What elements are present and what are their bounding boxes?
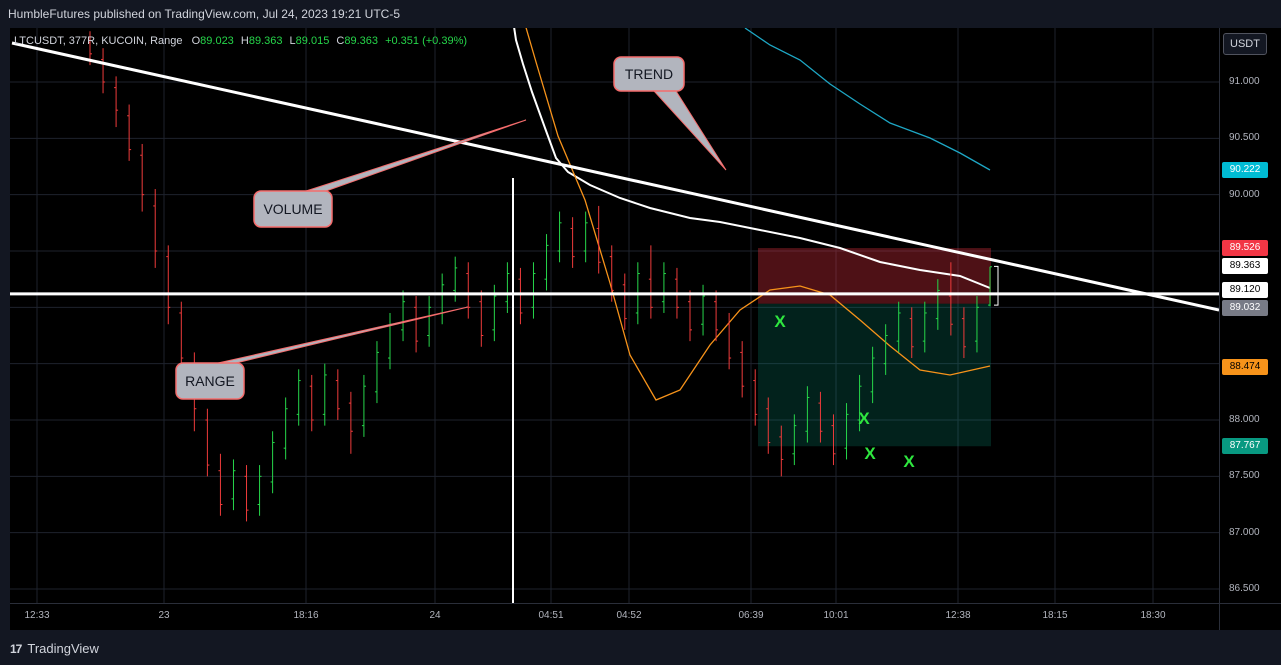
drawn-lines: [10, 41, 1219, 603]
symbol-info: LTCUSDT, 377R, KUCOIN, Range: [14, 35, 183, 47]
time-tick-label: 06:39: [738, 610, 764, 621]
price-label: 87.767: [1222, 438, 1268, 455]
left-edge: [0, 28, 10, 630]
x-marker: X: [864, 444, 876, 463]
price-label: 88.474: [1222, 358, 1268, 375]
cyan-moving-average: [744, 28, 991, 171]
x-marker: X: [858, 409, 870, 428]
high-label: H: [240, 35, 249, 47]
callout-pointer: [217, 306, 469, 364]
price-tick-label: 88.000: [1229, 414, 1260, 425]
close-value: 89.363: [344, 35, 378, 47]
time-tick-label: 24: [429, 610, 441, 621]
price-tick-label: 87.000: [1229, 526, 1260, 538]
tradingview-logo[interactable]: 17 TradingView: [10, 641, 99, 656]
symbol-legend[interactable]: LTCUSDT, 377R, KUCOIN, Range O89.023 H89…: [14, 35, 467, 47]
time-tick-label: 18:15: [1042, 610, 1068, 621]
price-label: 89.032: [1222, 299, 1268, 316]
time-tick-label: 04:52: [616, 610, 642, 621]
tradingview-mark-icon: 17: [10, 641, 22, 656]
low-value: 89.015: [295, 35, 330, 47]
publish-info: HumbleFutures published on TradingView.c…: [8, 7, 400, 21]
last-price-bracket: [994, 265, 999, 306]
price-tick-label: 87.500: [1229, 470, 1260, 482]
time-tick-label: 23: [158, 610, 170, 621]
price-label: 89.363: [1222, 258, 1268, 275]
high-value: 89.363: [248, 35, 283, 47]
x-marker: X: [774, 312, 786, 331]
target-zone: [758, 303, 991, 447]
callout-label: VOLUME: [263, 201, 322, 217]
callout-pointer: [652, 90, 727, 171]
price-tick-label: 90.500: [1229, 132, 1260, 144]
chart-pane[interactable]: TREND VOLUME RANGE XXXX: [10, 28, 1219, 603]
position-box: [758, 248, 991, 447]
price-tick-label: 91.000: [1229, 76, 1260, 87]
callouts: TREND VOLUME RANGE: [175, 56, 727, 400]
time-axis[interactable]: [10, 603, 1219, 631]
time-tick-label: 18:16: [293, 610, 319, 621]
callout-label: TREND: [625, 66, 673, 82]
time-tick-label: 18:30: [1140, 610, 1166, 621]
time-tick-label: 10:01: [823, 610, 849, 621]
price-chart[interactable]: TRENDVOLUMERANGE XXX X: [10, 28, 1219, 603]
axis-corner: [1219, 603, 1281, 631]
open-value: 89.023: [200, 35, 234, 47]
callout-pointer: [305, 119, 527, 192]
price-label: 89.120: [1222, 281, 1268, 298]
currency-button[interactable]: USDT: [1223, 33, 1267, 55]
time-tick-label: 04:51: [538, 610, 564, 621]
price-label: 89.526: [1222, 240, 1268, 257]
callout-label: RANGE: [185, 373, 235, 389]
footer-bar: 17 TradingView: [0, 630, 1281, 665]
x-marker: X: [903, 452, 915, 471]
change-value: +0.351 (+0.39%): [385, 35, 468, 47]
grid-lines: [10, 28, 1219, 603]
time-tick-label: 12:38: [945, 610, 971, 621]
price-tick-label: 90.000: [1229, 188, 1260, 200]
time-tick-label: 12:33: [24, 610, 50, 621]
tradingview-brand: TradingView: [27, 641, 99, 656]
publish-header: HumbleFutures published on TradingView.c…: [0, 0, 1281, 28]
open-label: O: [191, 35, 201, 47]
price-label: 90.222: [1222, 161, 1268, 178]
price-tick-label: 86.500: [1229, 583, 1260, 594]
